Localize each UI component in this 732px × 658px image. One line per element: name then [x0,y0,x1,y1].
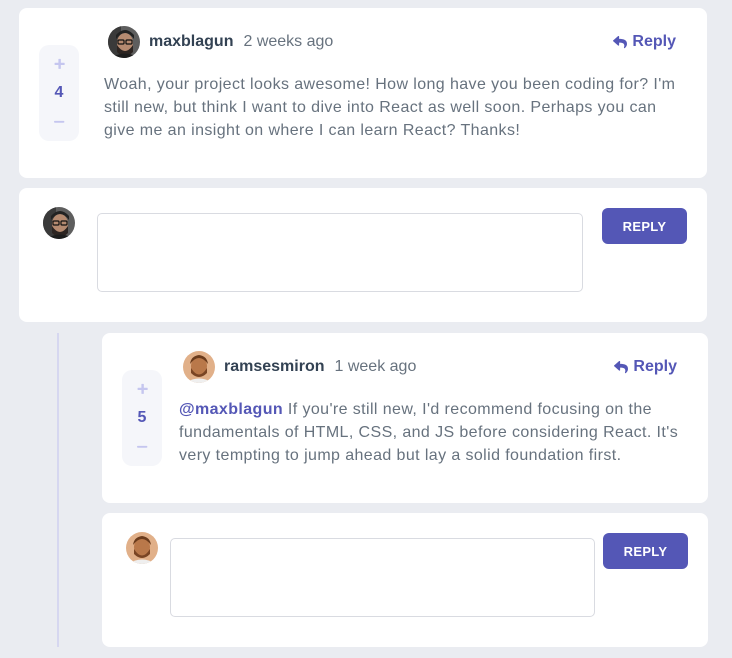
downvote-button[interactable] [39,107,79,136]
vote-widget: 5 [122,370,162,466]
submit-reply-button[interactable]: REPLY [602,208,687,244]
timestamp: 2 weeks ago [243,33,334,50]
comment-content: Woah, your project looks awesome! How lo… [104,73,684,142]
plus-icon [54,58,65,69]
avatar-maxblagun-icon [43,207,75,239]
reply-textarea[interactable] [170,538,595,617]
score: 4 [54,83,64,101]
minus-icon [136,445,147,448]
reply-header: ramsesmiron 1 week ago [183,351,416,383]
avatar-ramsesmiron-icon [183,351,215,383]
minus-icon [53,120,64,123]
reply-button-label: Reply [632,33,676,50]
upvote-button[interactable] [122,374,162,403]
reply-textarea[interactable] [97,213,583,292]
upvote-button[interactable] [39,49,79,78]
reply-icon [614,360,629,373]
submit-reply-button[interactable]: REPLY [603,533,688,569]
avatar-maxblagun-icon [108,26,140,58]
avatar [43,207,75,239]
reply-button[interactable]: Reply [613,26,676,58]
downvote-button[interactable] [122,432,162,461]
username: maxblagun [149,33,234,50]
comment-text: Woah, your project looks awesome! How lo… [104,76,676,139]
reply-button[interactable]: Reply [614,351,677,383]
plus-icon [137,383,148,394]
reply-form-card: REPLY [19,188,707,322]
reply-button-label: Reply [633,358,677,375]
avatar [108,26,140,58]
score: 5 [137,408,147,426]
reply-card: 5 ramsesmiron 1 week ago Reply @maxblagu… [102,333,708,503]
timestamp: 1 week ago [334,358,417,375]
reply-content: @maxblagun If you're still new, I'd reco… [179,398,699,467]
comment-header: maxblagun 2 weeks ago [108,26,333,58]
vote-widget: 4 [39,45,79,141]
comment-card: 4 maxblagun 2 weeks ago Reply Woah, your… [19,8,707,178]
reply-icon [613,35,628,48]
replies-thread-line [57,333,59,647]
mention: @maxblagun [179,401,284,418]
reply-form-card: REPLY [102,513,708,647]
avatar-ramsesmiron-icon [126,532,158,564]
avatar [126,532,158,564]
avatar [183,351,215,383]
username: ramsesmiron [224,358,325,375]
